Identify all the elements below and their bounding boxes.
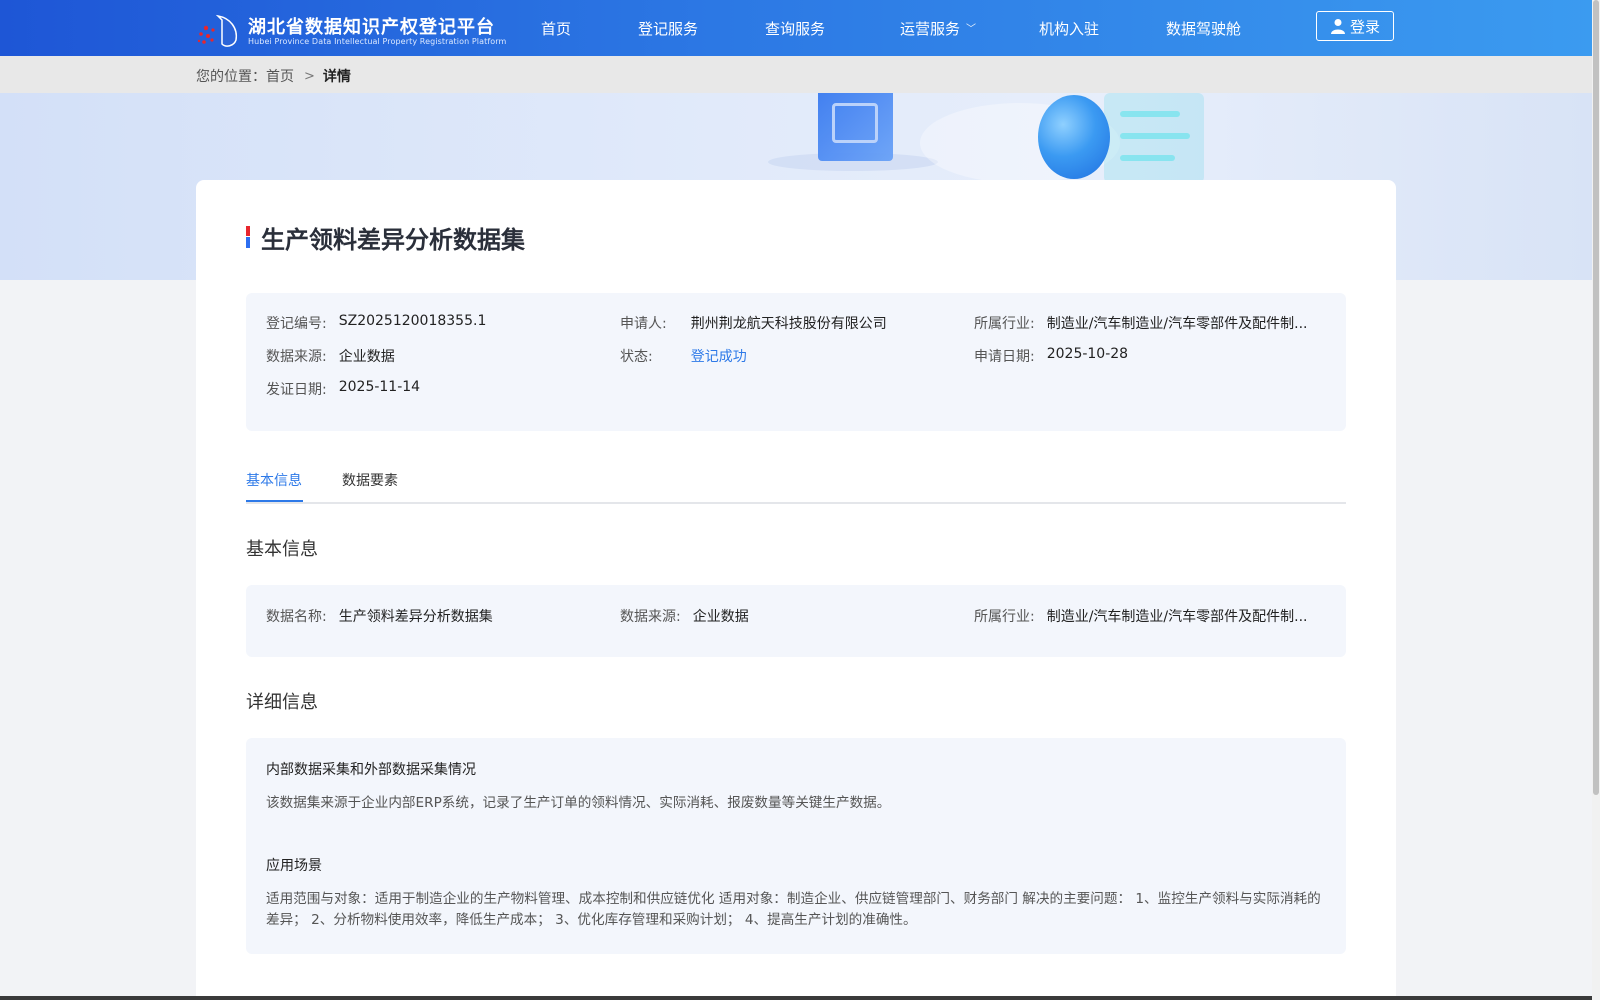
chevron-right-icon: >	[304, 68, 315, 84]
nav-registration-service[interactable]: 登记服务	[638, 18, 698, 39]
logo-icon	[197, 14, 238, 47]
page-scrollbar-thumb[interactable]	[1593, 0, 1599, 795]
detail-info-heading: 详细信息	[246, 692, 318, 713]
nav-operation-service-label: 运营服务	[900, 20, 961, 38]
basic-source-field: 数据来源: 企业数据	[620, 606, 749, 626]
tab-basic-info[interactable]: 基本信息	[246, 470, 302, 490]
nav-institution-entry[interactable]: 机构入驻	[1039, 18, 1099, 39]
nav-query-service[interactable]: 查询服务	[765, 18, 825, 39]
data-name-field: 数据名称: 生产领料差异分析数据集	[266, 606, 493, 626]
data-name-value: 生产领料差异分析数据集	[338, 609, 493, 625]
source-value: 企业数据	[338, 349, 395, 365]
data-name-label: 数据名称:	[266, 609, 327, 625]
nav-operation-service[interactable]: 运营服务 ﹀	[900, 18, 976, 39]
apply-date-field: 申请日期: 2025-10-28	[974, 346, 1128, 366]
banner-line-decoration	[1120, 111, 1180, 117]
apply-date-value: 2025-10-28	[1046, 346, 1129, 362]
image-icon	[818, 93, 893, 161]
source-field: 数据来源: 企业数据	[266, 346, 395, 366]
basic-source-label: 数据来源:	[620, 609, 681, 625]
scenario-text: 适用范围与对象：适用于制造企业的生产物料管理、成本控制和供应链优化 适用对象：制…	[266, 891, 1321, 928]
status-badge: 登记成功	[690, 349, 747, 365]
chevron-down-icon: ﹀	[966, 24, 977, 35]
banner-line-decoration	[1120, 155, 1175, 161]
reg-no-label: 登记编号:	[266, 316, 327, 332]
basic-source-value: 企业数据	[692, 609, 749, 625]
user-icon	[1330, 19, 1345, 34]
tab-data-elements[interactable]: 数据要素	[342, 470, 398, 490]
nav-home[interactable]: 首页	[541, 18, 571, 39]
breadcrumb-home-link[interactable]: 首页	[266, 66, 294, 86]
status-label: 状态:	[620, 349, 653, 365]
logo-subtitle: Hubei Province Data Intellectual Propert…	[248, 37, 507, 46]
reg-no-field: 登记编号: SZ2025120018355.1	[266, 313, 486, 333]
issue-date-field: 发证日期: 2025-11-14	[266, 379, 420, 399]
collection-text: 该数据集来源于企业内部ERP系统，记录了生产订单的领料情况、实际消耗、报废数量等…	[266, 795, 891, 811]
detail-info-box: 内部数据采集和外部数据采集情况 该数据集来源于企业内部ERP系统，记录了生产订单…	[246, 738, 1346, 954]
industry-label: 所属行业:	[974, 316, 1035, 332]
nav-data-cockpit[interactable]: 数据驾驶舱	[1166, 18, 1241, 39]
banner-line-decoration	[1120, 133, 1190, 139]
banner-sphere-decoration	[1038, 95, 1110, 179]
status-field: 状态: 登记成功	[620, 346, 747, 366]
applicant-label: 申请人:	[620, 316, 667, 332]
basic-info-heading: 基本信息	[246, 539, 318, 560]
industry-field: 所属行业: 制造业/汽车制造业/汽车零部件及配件制...	[974, 313, 1308, 333]
basic-industry-value: 制造业/汽车制造业/汽车零部件及配件制...	[1046, 609, 1308, 625]
title-marker-icon	[246, 226, 250, 248]
collection-title: 内部数据采集和外部数据采集情况	[266, 762, 476, 778]
breadcrumb-prefix: 您的位置：	[196, 69, 266, 85]
title-row: 生产领料差异分析数据集	[246, 220, 525, 254]
industry-value: 制造业/汽车制造业/汽车零部件及配件制...	[1046, 316, 1308, 332]
issue-date-value: 2025-11-14	[338, 379, 421, 395]
applicant-value: 荆州荆龙航天科技股份有限公司	[690, 316, 887, 332]
issue-date-label: 发证日期:	[266, 382, 327, 398]
active-tab-indicator	[246, 500, 303, 502]
top-navbar: 湖北省数据知识产权登记平台 Hubei Province Data Intell…	[0, 0, 1592, 56]
detail-tabs: 基本信息 数据要素	[246, 462, 1346, 504]
basic-info-box: 数据名称: 生产领料差异分析数据集 数据来源: 企业数据 所属行业: 制造业/汽…	[246, 585, 1346, 657]
logo-title: 湖北省数据知识产权登记平台	[248, 17, 495, 38]
basic-industry-field: 所属行业: 制造业/汽车制造业/汽车零部件及配件制...	[974, 606, 1308, 626]
page-title: 生产领料差异分析数据集	[261, 225, 525, 254]
breadcrumb-bar: 您的位置： 首页 > 详情	[0, 56, 1592, 93]
applicant-field: 申请人: 荆州荆龙航天科技股份有限公司	[620, 313, 887, 333]
breadcrumb: 您的位置： 首页 > 详情	[196, 66, 351, 86]
summary-info-box: 登记编号: SZ2025120018355.1 申请人: 荆州荆龙航天科技股份有…	[246, 293, 1346, 431]
bottom-edge	[0, 996, 1592, 1000]
source-label: 数据来源:	[266, 349, 327, 365]
login-label: 登录	[1349, 17, 1380, 36]
login-button[interactable]: 登录	[1316, 11, 1394, 41]
basic-industry-label: 所属行业:	[974, 609, 1035, 625]
breadcrumb-current: 详情	[322, 69, 351, 85]
apply-date-label: 申请日期:	[974, 349, 1035, 365]
platform-logo[interactable]: 湖北省数据知识产权登记平台 Hubei Province Data Intell…	[196, 12, 506, 48]
scenario-title: 应用场景	[266, 858, 322, 874]
detail-card: 生产领料差异分析数据集 登记编号: SZ2025120018355.1 申请人:…	[196, 180, 1396, 1000]
reg-no-value: SZ2025120018355.1	[338, 313, 487, 329]
